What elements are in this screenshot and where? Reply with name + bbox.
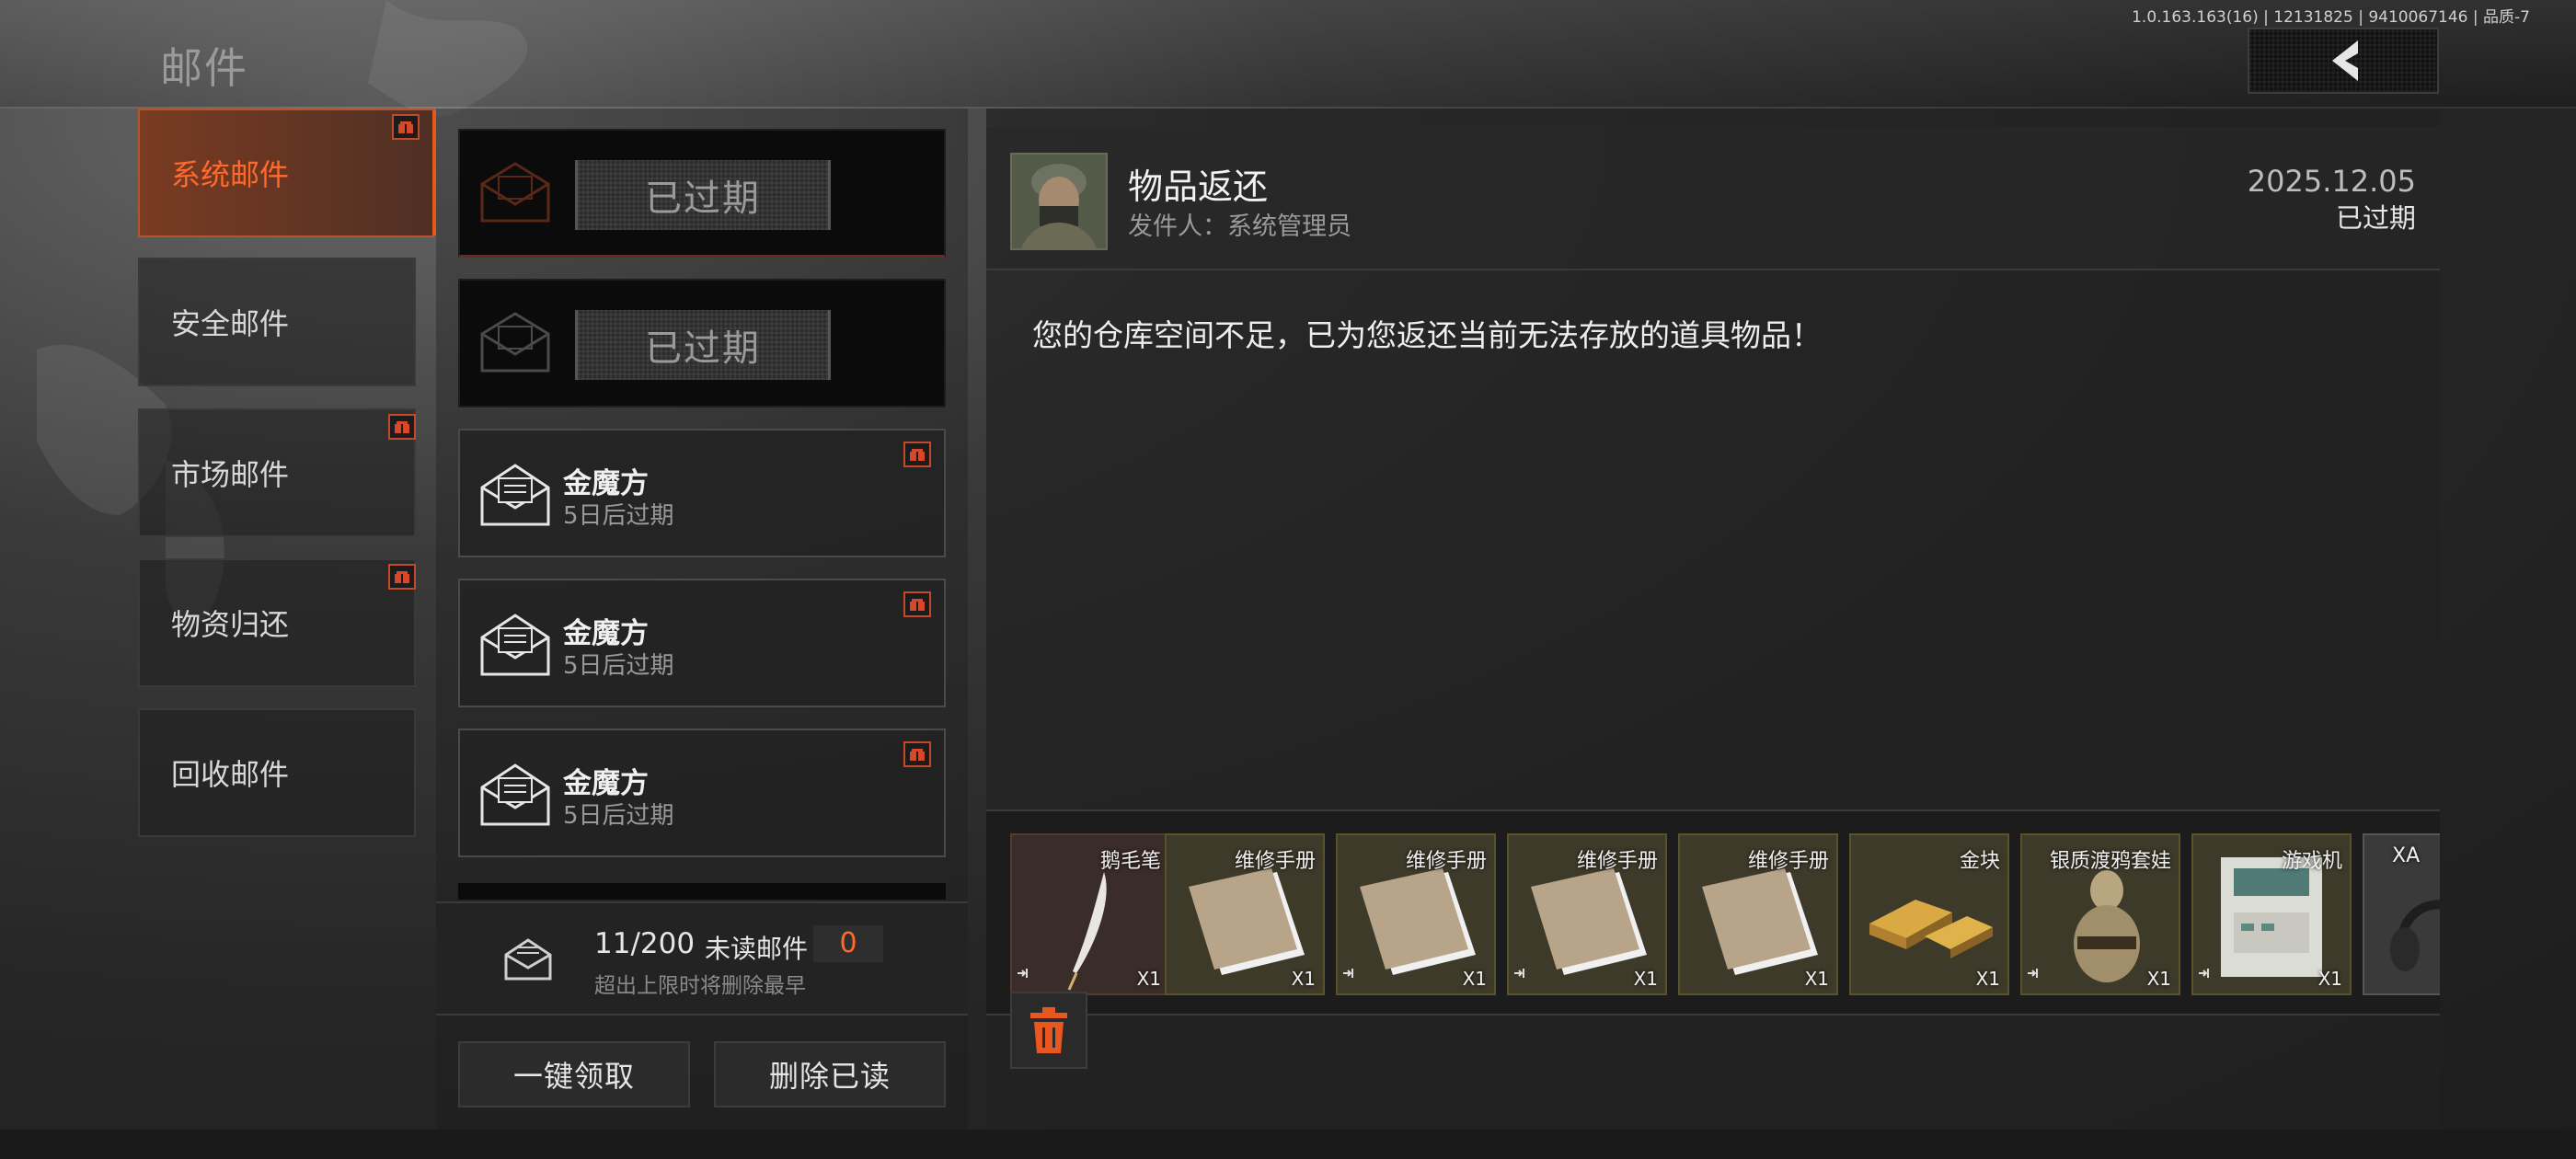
mail-subject: 物品返还 [1128,166,1269,207]
category-supply-return[interactable]: 物资归还 [138,558,416,687]
bottom-band [0,1130,2576,1159]
bound-icon [1512,966,1527,984]
category-label: 安全邮件 [171,306,290,341]
expired-tag: 已过期 [575,310,831,380]
back-button[interactable] [2248,28,2439,94]
mail-body: 您的仓库空间不足，已为您返还当前无法存放的道具物品！ [1032,317,1822,353]
claim-all-button[interactable]: 一键领取 [458,1041,690,1107]
category-security-mail[interactable]: 安全邮件 [138,258,416,386]
limit-note: 超出上限时将删除最早 [594,974,806,998]
item-name: 维修手册 [1576,850,1658,873]
mail-expiry: 5日后过期 [563,802,674,830]
item-name: 金块 [1959,850,2000,873]
mail-item[interactable]: 金魔方 5日后过期 [458,579,946,707]
item-name: 鹅毛笔 [1099,850,1161,873]
envelope-icon [480,464,550,526]
envelope-icon [480,162,550,223]
category-recycle-mail[interactable]: 回收邮件 [138,708,416,837]
mail-item-expired[interactable]: 已过期 [458,129,946,258]
attachment-item[interactable]: 金块 X1 [1849,833,2009,995]
mail-stats-bar: 11/200 未读邮件 0 超出上限时将删除最早 [436,901,968,1016]
mail-expiry: 5日后过期 [563,652,674,680]
mail-title: 金魔方 [563,767,649,800]
item-name: 游戏机 [2281,850,2342,873]
delete-mail-button[interactable] [1010,992,1087,1069]
item-quantity: X1 [1291,968,1316,990]
attachment-item[interactable]: 鹅毛笔 X1 [1010,833,1170,995]
envelope-icon [480,614,550,676]
category-label: 回收邮件 [171,757,290,792]
item-quantity: X1 [1804,968,1829,990]
item-name: 维修手册 [1747,850,1829,873]
bound-icon [2026,966,2041,984]
version-info: 1.0.163.163(16) | 12131825 | 9410067146 … [2132,8,2530,27]
page-title: 邮件 [160,43,248,93]
attachment-item[interactable]: 银质渡鸦套娃 X1 [2020,833,2180,995]
item-quantity: X1 [1136,968,1161,990]
mail-item-partial[interactable] [458,883,946,900]
unread-label: 未读邮件 [705,934,809,964]
mail-item[interactable]: 金魔方 5日后过期 [458,429,946,557]
gift-icon [388,564,416,590]
bound-icon [2197,966,2212,984]
gift-icon [392,114,420,140]
mail-stack-icon [504,938,552,981]
mail-title: 金魔方 [563,617,649,650]
category-market-mail[interactable]: 市场邮件 [138,408,416,537]
attachment-item[interactable]: 维修手册 X1 [1678,833,1838,995]
attachment-item[interactable]: 维修手册 X1 [1507,833,1667,995]
category-system-mail[interactable]: 系统邮件 [138,109,436,237]
envelope-icon [480,312,550,373]
bound-icon [1341,966,1356,984]
mail-item-expired[interactable]: 已过期 [458,279,946,407]
item-quantity: X1 [1975,968,2000,990]
mail-count: 11/200 [594,927,696,960]
gift-icon [903,741,931,767]
gift-icon [903,442,931,467]
trash-icon [1030,1007,1067,1053]
envelope-icon [480,763,550,826]
category-label: 系统邮件 [171,157,290,192]
item-quantity: X1 [2146,968,2171,990]
delete-read-button[interactable]: 删除已读 [714,1041,946,1107]
sender-avatar [1010,153,1108,250]
attachment-item[interactable]: 维修手册 X1 [1336,833,1496,995]
chevron-left-icon [2332,40,2358,81]
mail-title: 金魔方 [563,467,649,500]
attachment-strip[interactable]: 鹅毛笔 X1 维修手册 X1 维修手册 X1 维修手册 X1 维修手册 X1 金… [986,809,2440,1016]
item-name: 维修手册 [1405,850,1487,873]
unread-count: 0 [813,925,883,962]
mail-expiry: 5日后过期 [563,502,674,530]
mail-status: 已过期 [2335,202,2416,234]
expired-tag: 已过期 [575,160,831,230]
gift-icon [903,591,931,617]
mail-sender: 发件人：系统管理员 [1128,212,1351,241]
item-quantity: X1 [1633,968,1658,990]
attachment-item[interactable]: 游戏机 X1 [2191,833,2352,995]
attachment-item[interactable]: 维修手册 X1 [1165,833,1325,995]
item-name: XA [2392,844,2421,867]
mail-item[interactable]: 金魔方 5日后过期 [458,729,946,857]
mail-date: 2025.12.05 [2247,164,2416,199]
bound-icon [1016,966,1030,984]
item-name: 银质渡鸦套娃 [2049,850,2171,873]
item-name: 维修手册 [1234,850,1316,873]
item-quantity: X1 [2317,968,2342,990]
category-label: 物资归还 [171,607,290,642]
gift-icon [388,414,416,440]
item-quantity: X1 [1462,968,1487,990]
attachment-item-partial[interactable]: XA [2363,833,2440,995]
category-label: 市场邮件 [171,457,290,492]
